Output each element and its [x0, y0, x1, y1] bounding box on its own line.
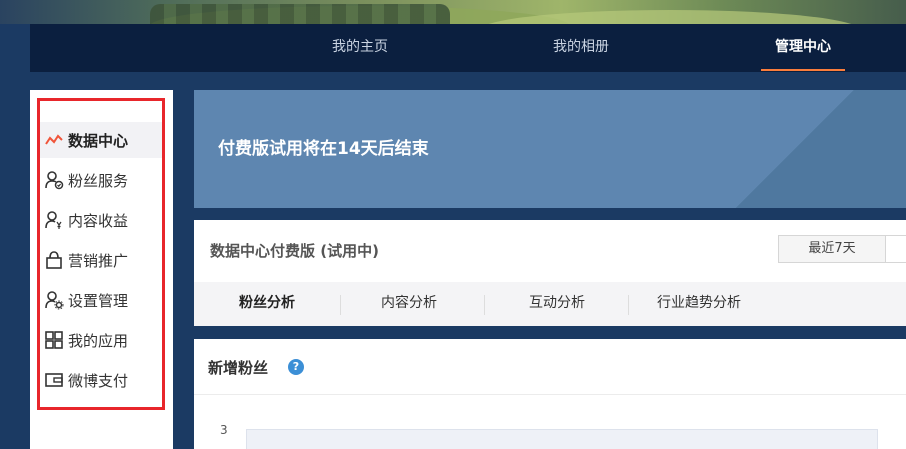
- sidebar-highlight-box: [37, 98, 165, 410]
- y-axis-tick: 3: [220, 423, 228, 437]
- divider: [194, 394, 906, 395]
- banner-decoration: [646, 90, 906, 208]
- trial-message: 付费版试用将在14天后结束: [218, 139, 429, 159]
- tab-divider: [484, 295, 485, 315]
- trial-banner: 付费版试用将在14天后结束: [194, 90, 906, 208]
- banner-trees: [150, 4, 450, 24]
- tab-industry-trend-analysis[interactable]: 行业趋势分析: [644, 282, 754, 326]
- analysis-tabs: 粉丝分析 内容分析 互动分析 行业趋势分析: [194, 282, 906, 326]
- tab-divider: [340, 295, 341, 315]
- help-icon[interactable]: ?: [288, 359, 304, 375]
- nav-item-admin-center[interactable]: 管理中心: [761, 24, 845, 72]
- panel-title: 数据中心付费版 (试用中): [210, 242, 379, 260]
- new-fans-title: 新增粉丝: [208, 359, 269, 377]
- range-next-button[interactable]: [885, 235, 906, 263]
- analysis-panel: 数据中心付费版 (试用中) 最近7天 粉丝分析 内容分析 互动分析 行业趋势分析: [194, 220, 906, 326]
- tab-content-analysis[interactable]: 内容分析: [364, 282, 454, 326]
- new-fans-card: 新增粉丝 ? 3: [194, 339, 906, 449]
- tab-fan-analysis[interactable]: 粉丝分析: [224, 282, 310, 326]
- banner-hill: [480, 10, 860, 24]
- new-fans-chart-area: [246, 429, 878, 449]
- nav-item-album[interactable]: 我的相册: [546, 24, 616, 72]
- tab-interaction-analysis[interactable]: 互动分析: [512, 282, 602, 326]
- tab-divider: [628, 295, 629, 315]
- header-banner-image: [0, 0, 906, 24]
- sidebar: 数据中心 粉丝服务 内容收益 营销推广 设置管理 我的应用 微博支付: [30, 90, 173, 449]
- range-7-days-button[interactable]: 最近7天: [778, 235, 886, 263]
- nav-item-home[interactable]: 我的主页: [325, 24, 395, 72]
- top-nav: 我的主页 我的相册 管理中心: [30, 24, 906, 72]
